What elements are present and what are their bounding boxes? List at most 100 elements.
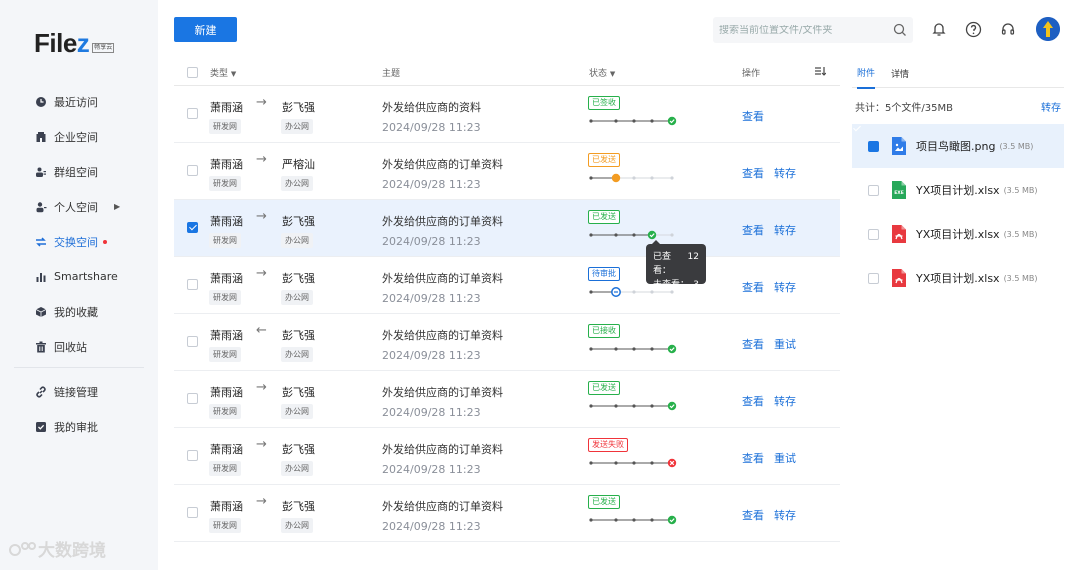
sidebar-item-7[interactable]: 回收站: [0, 329, 158, 364]
progress-track: [589, 230, 674, 240]
action-link-1[interactable]: 转存: [774, 222, 796, 238]
watermark-text: 大数跨境: [38, 541, 106, 561]
table-row[interactable]: 萧雨涵 → 彭飞强 研发网 办公网 外发给供应商的订单资料 2024/09/28 11:23…: [174, 428, 840, 485]
action-link-1[interactable]: 转存: [774, 507, 796, 523]
progress-step: [632, 347, 636, 351]
subject[interactable]: 外发给供应商的订单资料: [382, 270, 503, 286]
action-link-1[interactable]: 转存: [774, 393, 796, 409]
progress-track: [589, 401, 677, 411]
watermark: 大数跨境: [8, 536, 106, 561]
action-link-0[interactable]: 查看: [742, 222, 764, 238]
action-link-0[interactable]: 查看: [742, 507, 764, 523]
attachment-checkbox[interactable]: [868, 272, 879, 284]
sidebar-item-6[interactable]: 我的收藏: [0, 294, 158, 329]
attachment-checkbox[interactable]: [868, 228, 879, 240]
select-all-checkbox[interactable]: [187, 67, 198, 78]
row-checkbox[interactable]: [187, 165, 198, 176]
row-checkbox[interactable]: [187, 279, 198, 290]
header-action: 操作: [742, 69, 761, 79]
row-checkbox[interactable]: [187, 222, 198, 233]
table-row[interactable]: 萧雨涵 → 彭飞强 研发网 办公网 外发给供应商的订单资料 2024/09/28 11:23…: [174, 200, 840, 257]
table-row[interactable]: 萧雨涵 → 彭飞强 研发网 办公网 外发给供应商的订单资料 2024/09/28 11:23…: [174, 485, 840, 542]
tab-attachments[interactable]: 附件: [857, 58, 876, 89]
sidebar-item-0[interactable]: 最近访问: [0, 84, 158, 119]
sender-network-tag: 研发网: [209, 347, 241, 362]
action-link-0[interactable]: 查看: [742, 279, 764, 295]
row-checkbox[interactable]: [187, 393, 198, 404]
transfer-all-link[interactable]: 转存: [1041, 99, 1061, 114]
attachment-checkbox[interactable]: [868, 184, 879, 196]
sidebar-item-1[interactable]: 企业空间: [0, 119, 158, 154]
help-icon[interactable]: [963, 19, 983, 39]
table-row[interactable]: 萧雨涵 → 彭飞强 研发网 办公网 外发给供应商的资料 2024/09/28 11:23 已签…: [174, 86, 840, 143]
row-checkbox[interactable]: [187, 336, 198, 347]
receiver-network-tag: 办公网: [281, 176, 313, 191]
attachment-name[interactable]: 项目鸟瞰图.png: [916, 138, 995, 154]
action-link-0[interactable]: 查看: [742, 336, 764, 352]
attachment-item[interactable]: YX项目计划.xlsx (3.5 MB): [852, 212, 1064, 256]
action-link-1[interactable]: 重试: [774, 336, 796, 352]
action-link-0[interactable]: 查看: [742, 450, 764, 466]
table-row[interactable]: 萧雨涵 → 彭飞强 研发网 办公网 外发给供应商的订单资料 2024/09/28 11:23…: [174, 371, 840, 428]
user-avatar[interactable]: [1036, 17, 1060, 41]
attachment-item[interactable]: EXE YX项目计划.xlsx (3.5 MB): [852, 168, 1064, 212]
sidebar-item-9[interactable]: 我的审批: [0, 409, 158, 444]
subject[interactable]: 外发给供应商的资料: [382, 99, 481, 115]
sender-network-tag: 研发网: [209, 404, 241, 419]
search-input[interactable]: [719, 24, 893, 36]
sidebar-item-5[interactable]: Smartshare: [0, 259, 158, 294]
attachment-name[interactable]: YX项目计划.xlsx: [916, 226, 1000, 242]
excel-file-icon: EXE: [892, 181, 906, 199]
status-badge: 已发送: [588, 495, 620, 509]
subject[interactable]: 外发给供应商的订单资料: [382, 384, 503, 400]
action-link-1[interactable]: 转存: [774, 165, 796, 181]
row-checkbox[interactable]: [187, 108, 198, 119]
new-button[interactable]: 新建: [174, 17, 237, 42]
row-checkbox[interactable]: [187, 507, 198, 518]
attachment-checkbox[interactable]: [868, 140, 879, 152]
tab-details[interactable]: 详情: [891, 59, 909, 88]
pdf-file-icon: [892, 269, 906, 287]
attachment-item[interactable]: 项目鸟瞰图.png (3.5 MB): [852, 124, 1064, 168]
row-checkbox[interactable]: [187, 450, 198, 461]
bell-icon[interactable]: [929, 19, 949, 39]
progress-step: [589, 347, 593, 351]
sidebar-item-4[interactable]: 交换空间: [0, 224, 158, 259]
attachment-name[interactable]: YX项目计划.xlsx: [916, 270, 1000, 286]
expand-caret-icon[interactable]: ▶: [114, 202, 120, 211]
search-icon[interactable]: [893, 23, 907, 37]
attachment-name[interactable]: YX项目计划.xlsx: [916, 182, 1000, 198]
receiver-network-tag: 办公网: [281, 233, 313, 248]
attachment-panel: 附件 详情 共计：5个文件/35MB 转存 项目鸟瞰图.png (3.5 MB) E…: [852, 60, 1064, 300]
table-row[interactable]: 萧雨涵 → 严榕汕 研发网 办公网 外发给供应商的订单资料 2024/09/28 11:23…: [174, 143, 840, 200]
receiver-name: 彭飞强: [282, 272, 315, 285]
cube-icon: [34, 305, 48, 319]
attachment-size: (3.5 MB): [1003, 229, 1038, 239]
subject[interactable]: 外发给供应商的订单资料: [382, 156, 503, 172]
subject[interactable]: 外发给供应商的订单资料: [382, 498, 503, 514]
table-row[interactable]: 萧雨涵 ← 彭飞强 研发网 办公网 外发给供应商的订单资料 2024/09/28 11:23…: [174, 314, 840, 371]
search-box[interactable]: [713, 17, 913, 43]
action-link-1[interactable]: 重试: [774, 450, 796, 466]
action-link-1[interactable]: 转存: [774, 279, 796, 295]
action-link-0[interactable]: 查看: [742, 108, 764, 124]
action-link-0[interactable]: 查看: [742, 393, 764, 409]
column-settings-icon[interactable]: [814, 66, 827, 79]
subject[interactable]: 外发给供应商的订单资料: [382, 213, 503, 229]
receiver-name: 彭飞强: [282, 329, 315, 342]
sidebar-item-3[interactable]: 个人空间 ▶: [0, 189, 158, 224]
headset-icon[interactable]: [998, 19, 1018, 39]
header-status[interactable]: 状态 ▼: [589, 66, 615, 79]
group-icon: [34, 165, 48, 179]
subject[interactable]: 外发给供应商的订单资料: [382, 327, 503, 343]
progress-check-icon: [667, 344, 677, 354]
attachment-size: (3.5 MB): [1003, 185, 1038, 195]
action-link-0[interactable]: 查看: [742, 165, 764, 181]
attachment-item[interactable]: YX项目计划.xlsx (3.5 MB): [852, 256, 1064, 300]
progress-step: [650, 461, 654, 465]
sidebar-item-8[interactable]: 链接管理: [0, 374, 158, 409]
table-row[interactable]: 萧雨涵 → 彭飞强 研发网 办公网 外发给供应商的订单资料 2024/09/28 11:23…: [174, 257, 840, 314]
sidebar-item-2[interactable]: 群组空间: [0, 154, 158, 189]
subject[interactable]: 外发给供应商的订单资料: [382, 441, 503, 457]
header-type[interactable]: 类型 ▼: [210, 66, 236, 79]
